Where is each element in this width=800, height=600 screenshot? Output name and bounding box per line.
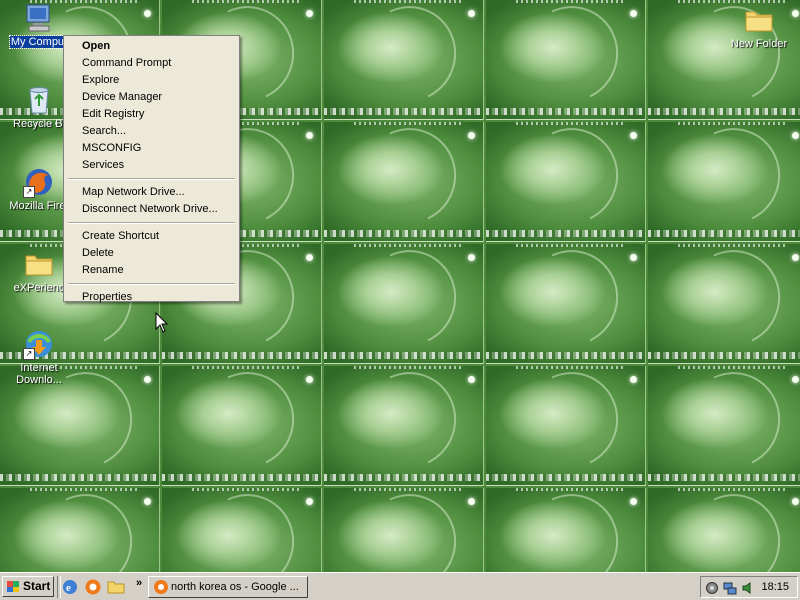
folder-quicklaunch-icon[interactable] — [107, 578, 125, 596]
tray-clock[interactable]: 18:15 — [761, 581, 789, 593]
menu-separator — [68, 178, 235, 180]
menu-item-map-network-drive[interactable]: Map Network Drive... — [66, 184, 237, 201]
wallpaper-tile — [0, 488, 160, 572]
wallpaper-tile — [648, 122, 800, 242]
browser-tab-icon — [154, 580, 168, 594]
wallpaper-tile — [486, 0, 646, 120]
system-tray: 18:15 — [700, 576, 798, 598]
tray-settings-icon[interactable] — [705, 581, 719, 595]
desktop-icon-internet-download-manager[interactable]: ↗ Internet Downlo... — [0, 328, 78, 386]
menu-item-edit-registry[interactable]: Edit Registry — [66, 106, 237, 123]
menu-separator — [68, 222, 235, 224]
desktop-icon-label: My Comput — [8, 35, 70, 49]
desktop-icon-new-folder[interactable]: New Folder — [720, 4, 798, 50]
menu-item-properties[interactable]: Properties — [66, 289, 237, 306]
tray-volume-icon[interactable] — [741, 581, 755, 595]
recycle-bin-icon — [23, 84, 55, 116]
start-button[interactable]: Start — [2, 576, 54, 597]
my-computer-icon — [23, 2, 55, 34]
tray-network-icon[interactable] — [723, 581, 737, 595]
wallpaper-tile — [486, 244, 646, 364]
wallpaper-tile — [486, 366, 646, 486]
taskbar: Start e » north korea os - Google ... 18… — [0, 572, 800, 600]
wallpaper-tile — [162, 366, 322, 486]
wallpaper-tile — [486, 122, 646, 242]
taskbar-button-google[interactable]: north korea os - Google ... — [148, 576, 308, 598]
quicklaunch-overflow-icon[interactable]: » — [136, 577, 142, 589]
wallpaper-tile — [324, 0, 484, 120]
wallpaper-tile — [648, 488, 800, 572]
wallpaper-tile — [648, 366, 800, 486]
wallpaper-tile — [486, 488, 646, 572]
menu-item-delete[interactable]: Delete — [66, 245, 237, 262]
menu-item-explore[interactable]: Explore — [66, 72, 237, 89]
folder-icon — [743, 4, 775, 36]
firefox-icon: ↗ — [23, 166, 55, 198]
desktop-icon-label: New Folder — [730, 38, 788, 50]
desktop-icon-label: eXPerienc — [13, 282, 65, 294]
windows-logo-icon — [7, 581, 19, 592]
mouse-cursor-icon — [155, 312, 169, 333]
desktop-icon-label: Downlo... — [16, 374, 62, 386]
desktop-icon-label: Recycle Bi — [13, 118, 65, 130]
wallpaper-tile — [324, 122, 484, 242]
shortcut-arrow-icon: ↗ — [23, 348, 35, 360]
shortcut-arrow-icon: ↗ — [23, 186, 35, 198]
start-label: Start — [23, 579, 51, 593]
browser-quicklaunch-icon[interactable] — [84, 578, 102, 596]
menu-item-services[interactable]: Services — [66, 157, 237, 174]
desktop-icon-label: Mozilla Firef — [9, 200, 69, 212]
wallpaper-tile — [324, 488, 484, 572]
wallpaper-tile — [162, 488, 322, 572]
taskbar-button-label: north korea os - Google ... — [171, 581, 299, 593]
folder-icon — [23, 248, 55, 280]
desktop-icon-label: Internet — [20, 362, 58, 374]
menu-item-rename[interactable]: Rename — [66, 262, 237, 279]
internet-explorer-icon[interactable]: e — [61, 578, 79, 596]
wallpaper-tile — [324, 244, 484, 364]
svg-text:e: e — [66, 582, 71, 594]
menu-item-device-manager[interactable]: Device Manager — [66, 89, 237, 106]
context-menu: Open Command Prompt Explore Device Manag… — [63, 35, 240, 303]
menu-separator — [68, 283, 235, 285]
menu-item-command-prompt[interactable]: Command Prompt — [66, 55, 237, 72]
menu-item-msconfig[interactable]: MSCONFIG — [66, 140, 237, 157]
menu-item-create-shortcut[interactable]: Create Shortcut — [66, 228, 237, 245]
wallpaper-tile — [648, 244, 800, 364]
menu-item-search[interactable]: Search... — [66, 123, 237, 140]
wallpaper-tile — [324, 366, 484, 486]
menu-item-open[interactable]: Open — [66, 38, 237, 55]
menu-item-disconnect-network-drive[interactable]: Disconnect Network Drive... — [66, 201, 237, 218]
internet-download-manager-icon: ↗ — [23, 328, 55, 360]
